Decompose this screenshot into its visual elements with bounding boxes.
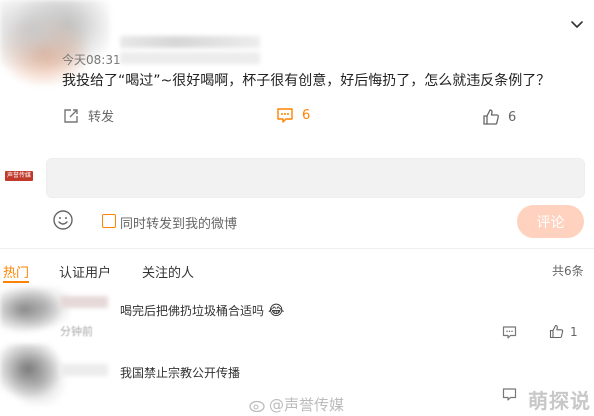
- thumbs-up-icon: [483, 109, 499, 125]
- logo-badge: 声誉传媒: [5, 171, 33, 181]
- weibo-logo-icon: [249, 400, 265, 412]
- share-icon: [64, 108, 78, 123]
- like-button[interactable]: 6: [482, 108, 516, 126]
- comment-like-count: 1: [570, 324, 578, 339]
- comment-like-button[interactable]: 1: [549, 324, 578, 339]
- tab-verified[interactable]: 认证用户: [59, 262, 111, 281]
- like-count: 6: [508, 109, 517, 125]
- username-blurred[interactable]: [120, 36, 260, 48]
- divider: [0, 248, 594, 249]
- repost-checkbox[interactable]: [102, 214, 116, 228]
- comment-input[interactable]: [46, 158, 585, 198]
- laughing-emoji: 😂: [268, 302, 285, 319]
- comment-text: 我国禁止宗教公开传播: [120, 366, 241, 380]
- comment-username-blurred[interactable]: [60, 364, 108, 376]
- comment-reply-icon[interactable]: [502, 387, 517, 402]
- thumbs-up-icon: [549, 324, 564, 339]
- emoji-icon[interactable]: [52, 209, 74, 231]
- submit-comment-button[interactable]: 评论: [517, 205, 584, 238]
- weibo-watermark: @声誉传媒: [249, 394, 344, 415]
- comment-time: 分钟前: [60, 325, 93, 338]
- comment-button[interactable]: 6: [276, 106, 310, 124]
- repost-button[interactable]: 转发: [62, 106, 114, 125]
- post-time: 今天08:31: [62, 53, 121, 67]
- chevron-down-icon[interactable]: [569, 16, 585, 32]
- post-source-blurred: [120, 52, 260, 64]
- comment-icon: [277, 108, 293, 123]
- comment-count: 6: [302, 107, 311, 123]
- repost-label: 转发: [88, 110, 115, 125]
- comment-text-body: 喝完后把佛扔垃圾桶合适吗: [120, 304, 265, 318]
- tab-hot[interactable]: 热门: [3, 262, 29, 281]
- comment-username-blurred[interactable]: [60, 296, 108, 308]
- comment-text: 喝完后把佛扔垃圾桶合适吗 😂: [120, 302, 284, 319]
- weibo-watermark-text: @声誉传媒: [269, 396, 345, 414]
- comment-reply-icon[interactable]: [502, 325, 517, 340]
- site-watermark: 萌探说: [528, 389, 591, 413]
- tab-following[interactable]: 关注的人: [142, 262, 194, 281]
- comment-total-count: 共6条: [552, 264, 584, 278]
- tab-hot-underline: [3, 281, 29, 283]
- post-content: 我投给了“喝过”~很好喝啊，杯子很有创意，好后悔扔了，怎么就违反条例了？: [62, 73, 551, 89]
- repost-checkbox-label[interactable]: 同时转发到我的微博: [120, 213, 237, 232]
